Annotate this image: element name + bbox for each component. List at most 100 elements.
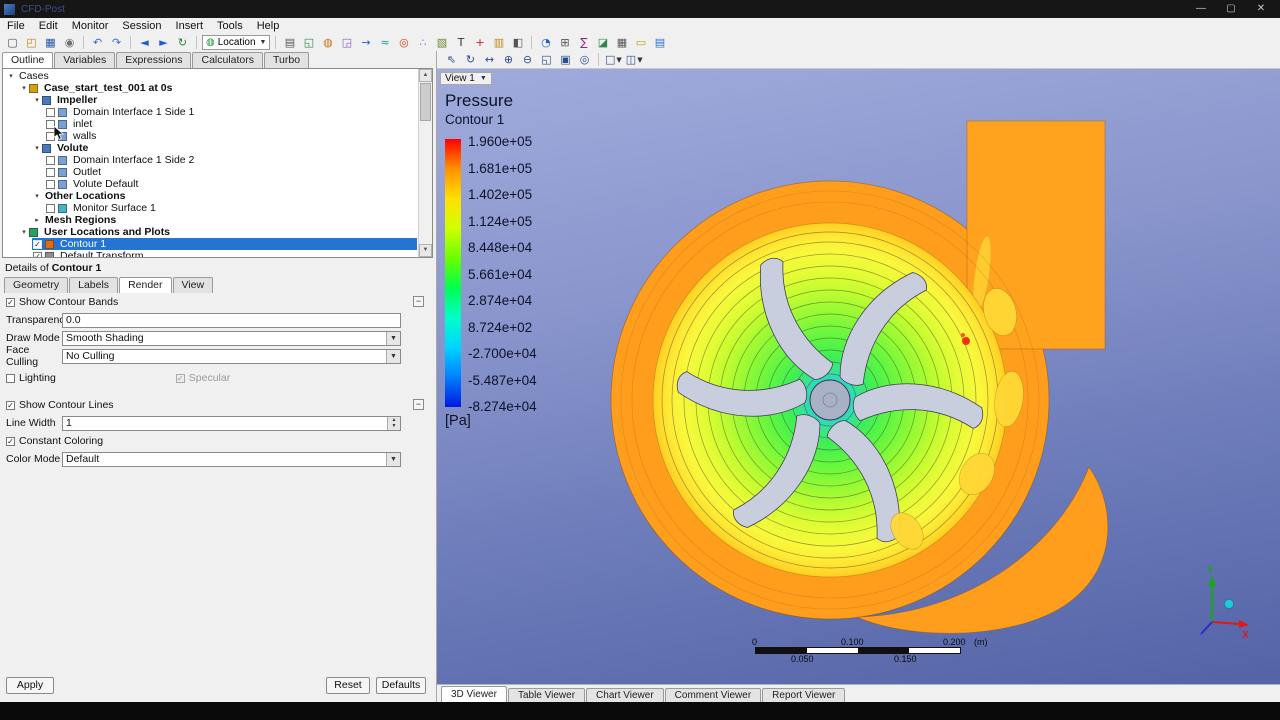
maximize-button[interactable]: ▢ [1216, 0, 1246, 18]
expand-arrow-icon[interactable]: ▸ [32, 216, 42, 224]
collapse-arrow-icon[interactable]: ▾ [32, 96, 42, 104]
tab-comment-viewer[interactable]: Comment Viewer [665, 688, 762, 702]
collapse-section-icon[interactable]: − [413, 399, 424, 410]
menu-session[interactable]: Session [115, 20, 168, 32]
save-icon[interactable]: ▦ [42, 34, 59, 50]
function-calculator-icon[interactable]: ∑ [575, 34, 592, 50]
collapse-section-icon[interactable]: − [413, 296, 424, 307]
tree-item-other-locations[interactable]: ▾Other Locations [3, 190, 417, 202]
scroll-down-icon[interactable]: ▼ [419, 244, 432, 257]
play-backward-icon[interactable]: ◄ [136, 34, 153, 50]
tree-item-default-transform[interactable]: ✓Default Transform [3, 250, 417, 258]
chart-icon[interactable]: ◪ [594, 34, 611, 50]
pan-icon[interactable]: ↔ [481, 52, 498, 67]
checkbox[interactable]: ✓ [33, 252, 42, 259]
lighting-checkbox[interactable] [6, 374, 15, 383]
stepper-arrows[interactable]: ▲▼ [387, 417, 400, 430]
coord-frame-icon[interactable]: + [471, 34, 488, 50]
slice-icon[interactable]: ◲ [338, 34, 355, 50]
menu-insert[interactable]: Insert [169, 20, 211, 32]
tree-item-mesh-regions[interactable]: ▸Mesh Regions [3, 214, 417, 226]
checkbox[interactable] [46, 168, 55, 177]
detail-tab-labels[interactable]: Labels [69, 277, 118, 293]
rotate-icon[interactable]: ↻ [462, 52, 479, 67]
collapse-arrow-icon[interactable]: ▾ [19, 228, 29, 236]
zoom-box-icon[interactable]: ◱ [538, 52, 555, 67]
menu-help[interactable]: Help [250, 20, 287, 32]
menu-file[interactable]: File [0, 20, 32, 32]
vector-icon[interactable]: → [357, 34, 374, 50]
tab-3d-viewer[interactable]: 3D Viewer [441, 686, 507, 702]
plane-icon[interactable]: ◱ [300, 34, 317, 50]
tree-item-outlet[interactable]: Outlet [3, 166, 417, 178]
stepper-down-icon[interactable]: ▼ [388, 423, 400, 430]
location-selector[interactable]: ◍Location▼ [202, 35, 270, 50]
checkbox[interactable] [46, 108, 55, 117]
volume-rendering-icon[interactable]: ▧ [433, 34, 450, 50]
tree-scrollbar[interactable]: ▲ ▼ [418, 69, 432, 257]
tab-table-viewer[interactable]: Table Viewer [508, 688, 585, 702]
scroll-up-icon[interactable]: ▲ [419, 69, 432, 82]
show-contour-bands-checkbox[interactable]: ✓ [6, 298, 15, 307]
collapse-arrow-icon[interactable]: ▾ [6, 72, 16, 80]
split-view-dropdown[interactable]: ◫▼ [625, 52, 644, 67]
tab-calculators[interactable]: Calculators [192, 52, 263, 68]
menu-monitor[interactable]: Monitor [65, 20, 116, 32]
play-forward-icon[interactable]: ► [155, 34, 172, 50]
tree-item-monitor-surface-1[interactable]: Monitor Surface 1 [3, 202, 417, 214]
defaults-button[interactable]: Defaults [376, 677, 426, 694]
detail-tab-view[interactable]: View [173, 277, 214, 293]
tab-variables[interactable]: Variables [54, 52, 115, 68]
report-icon[interactable]: ▤ [651, 34, 668, 50]
contour-icon[interactable]: ◎ [395, 34, 412, 50]
checkbox[interactable]: ✓ [33, 240, 42, 249]
transparency-input[interactable]: 0.0 [62, 313, 401, 328]
minimize-button[interactable]: — [1186, 0, 1216, 18]
apply-button[interactable]: Apply [6, 677, 54, 694]
detail-tab-render[interactable]: Render [119, 277, 171, 293]
undo-icon[interactable]: ↶ [89, 34, 106, 50]
reset-button[interactable]: Reset [326, 677, 370, 694]
color-mode-select[interactable]: Default ▼ [62, 452, 401, 467]
isosurface-icon[interactable]: ◍ [319, 34, 336, 50]
tree-item-user-locations-and-plots[interactable]: ▾User Locations and Plots [3, 226, 417, 238]
tree-item-domain-interface-1-side-2[interactable]: Domain Interface 1 Side 2 [3, 154, 417, 166]
tab-outline[interactable]: Outline [2, 52, 53, 68]
menu-tools[interactable]: Tools [210, 20, 250, 32]
line-width-stepper[interactable]: 1 ▲▼ [62, 416, 401, 431]
show-contour-lines-checkbox[interactable]: ✓ [6, 401, 15, 410]
tab-expressions[interactable]: Expressions [116, 52, 191, 68]
calculator-icon[interactable]: ⊞ [556, 34, 573, 50]
face-culling-select[interactable]: No Culling ▼ [62, 349, 401, 364]
tree-item-domain-interface-1-side-1[interactable]: Domain Interface 1 Side 1 [3, 106, 417, 118]
checkbox[interactable] [46, 156, 55, 165]
new-file-icon[interactable]: ▢ [4, 34, 21, 50]
zoom-out-icon[interactable]: ⊖ [519, 52, 536, 67]
close-button[interactable]: ✕ [1246, 0, 1276, 18]
timestep-selector-icon[interactable]: ◔ [537, 34, 554, 50]
tab-report-viewer[interactable]: Report Viewer [762, 688, 845, 702]
draw-mode-select[interactable]: Smooth Shading ▼ [62, 331, 401, 346]
clip-plane-icon[interactable]: ◧ [509, 34, 526, 50]
table-icon[interactable]: ▦ [613, 34, 630, 50]
open-file-icon[interactable]: ◰ [23, 34, 40, 50]
streamline-icon[interactable]: ≈ [376, 34, 393, 50]
scrollbar-thumb[interactable] [420, 83, 431, 121]
collapse-arrow-icon[interactable]: ▾ [19, 84, 29, 92]
text-icon[interactable]: T [452, 34, 469, 50]
tree-item-volute-default[interactable]: Volute Default [3, 178, 417, 190]
specular-checkbox[interactable]: ✓ [176, 374, 185, 383]
center-rotation-icon[interactable]: ◎ [576, 52, 593, 67]
redo-icon[interactable]: ↷ [108, 34, 125, 50]
collapse-arrow-icon[interactable]: ▾ [32, 144, 42, 152]
tree-item-cases[interactable]: ▾Cases [3, 70, 417, 82]
constant-coloring-checkbox[interactable]: ✓ [6, 437, 15, 446]
particle-track-icon[interactable]: ∴ [414, 34, 431, 50]
comment-icon[interactable]: ▭ [632, 34, 649, 50]
tab-chart-viewer[interactable]: Chart Viewer [586, 688, 664, 702]
wireframe-icon[interactable]: ▤ [281, 34, 298, 50]
fit-view-icon[interactable]: ▣ [557, 52, 574, 67]
tree-item-volute[interactable]: ▾Volute [3, 142, 417, 154]
checkbox[interactable] [46, 180, 55, 189]
tree-item-impeller[interactable]: ▾Impeller [3, 94, 417, 106]
